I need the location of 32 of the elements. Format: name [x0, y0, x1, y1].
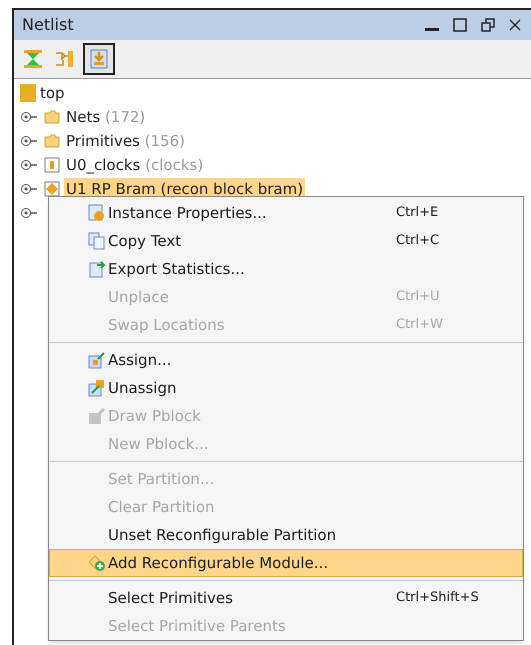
- export-icon: [88, 260, 106, 278]
- chip-icon: [44, 157, 60, 173]
- expand-icon[interactable]: [20, 206, 40, 220]
- restore-icon[interactable]: [481, 18, 495, 32]
- assign-icon: [88, 351, 106, 369]
- tree-item[interactable]: Nets (172): [64, 106, 148, 128]
- expand-icon[interactable]: [20, 158, 40, 172]
- menu-item[interactable]: Instance Properties... Ctrl+E: [49, 199, 523, 227]
- expand-icon[interactable]: [20, 182, 40, 196]
- maximize-icon[interactable]: [453, 18, 467, 32]
- close-icon[interactable]: [509, 19, 521, 31]
- expand-icon[interactable]: [20, 134, 40, 148]
- tree-item[interactable]: U0_clocks (clocks): [64, 154, 206, 176]
- menu-item[interactable]: Unassign: [49, 374, 523, 402]
- expand-icon[interactable]: [20, 110, 40, 124]
- hourglass-icon: [22, 48, 44, 70]
- tree-label[interactable]: top: [40, 82, 65, 104]
- schematic-icon: [54, 48, 76, 70]
- menu-item[interactable]: Add Reconfigurable Module...: [49, 549, 523, 577]
- swap-icon: [88, 379, 106, 397]
- folder-icon: [44, 110, 60, 124]
- menu-item[interactable]: Assign...: [49, 346, 523, 374]
- folder-icon: [44, 134, 60, 148]
- menu-item[interactable]: Select Primitives Ctrl+Shift+S: [49, 584, 523, 612]
- documents-icon: [88, 232, 106, 250]
- toolbar-button[interactable]: [83, 43, 115, 75]
- menu-item[interactable]: Copy Text Ctrl+C: [49, 227, 523, 255]
- window-title: Netlist: [22, 14, 74, 36]
- tree-item[interactable]: Primitives (156): [64, 130, 187, 152]
- diamond-plus-icon: [88, 554, 106, 572]
- menu-item[interactable]: Unset Reconfigurable Partition: [49, 521, 523, 549]
- menu-item[interactable]: Export Statistics...: [49, 255, 523, 283]
